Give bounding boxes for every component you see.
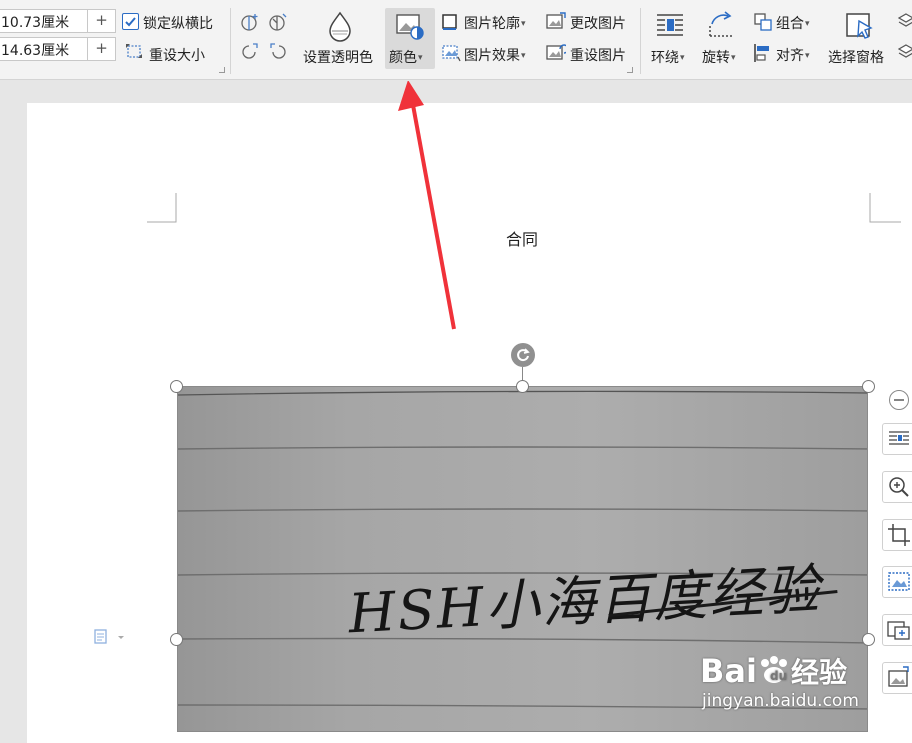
bring-forward-icon[interactable] (897, 12, 912, 36)
zoom-picture-button[interactable] (882, 471, 912, 503)
watermark-brand: Bai du 经验 (700, 652, 847, 690)
crop-tool-2-button[interactable] (268, 12, 288, 36)
reset-size-icon (126, 44, 142, 58)
lock-ratio-label: 锁定纵横比 (143, 16, 213, 32)
replace-picture-icon (888, 666, 909, 687)
annotation-arrow (398, 81, 456, 330)
crop-tool-4-button[interactable] (268, 42, 288, 66)
separator (640, 8, 641, 74)
wrap-icon (655, 12, 685, 42)
picture-frame-icon (888, 572, 910, 591)
picture-frame-button[interactable] (882, 566, 912, 598)
rotate-handle[interactable] (511, 343, 535, 367)
reset-size-label[interactable]: 重设大小 (149, 45, 205, 65)
height-field[interactable]: 14.63厘米 + (0, 37, 116, 61)
collapse-toolbar-button[interactable] (889, 390, 909, 410)
change-picture-icon (546, 12, 566, 35)
height-increment-button[interactable]: + (87, 38, 115, 60)
water-drop-icon (329, 11, 351, 42)
color-dropdown-caret: ▾ (418, 53, 423, 63)
selection-pane-button[interactable]: 选择窗格 (828, 47, 884, 67)
minus-icon (894, 399, 904, 401)
paragraph-layout-icon (94, 629, 124, 644)
zoom-in-icon (889, 477, 909, 497)
rotate-button[interactable]: 旋转▾ (702, 47, 736, 67)
reset-picture-icon (546, 43, 569, 66)
layout-options-button[interactable] (882, 423, 912, 455)
wrap-button[interactable]: 环绕▾ (651, 47, 685, 67)
watermark-url: jingyan.baidu.com (702, 691, 859, 711)
crop-picture-button[interactable] (882, 519, 912, 551)
replace-picture-button[interactable] (882, 662, 912, 694)
svg-text:du: du (770, 669, 787, 683)
group-button[interactable]: 组合▾ (776, 13, 810, 33)
width-field[interactable]: 10.73厘米 + (0, 9, 116, 33)
width-increment-button[interactable]: + (87, 10, 115, 32)
resize-handle-right[interactable] (862, 633, 875, 646)
change-picture-button[interactable]: 更改图片 (570, 13, 626, 33)
rotate-handle-icon (517, 348, 530, 362)
lock-ratio-checkbox[interactable] (122, 13, 139, 30)
reset-size-button[interactable] (124, 42, 146, 66)
margin-mark-top-left (147, 193, 177, 223)
color-button[interactable]: 颜色▾ (385, 8, 435, 69)
rotate-icon (706, 10, 736, 44)
crop-tool-1-button[interactable] (240, 12, 260, 36)
resize-handle-top[interactable] (516, 380, 529, 393)
crop-arc-icon (269, 13, 287, 31)
send-backward-icon[interactable] (897, 43, 912, 67)
set-transparent-button[interactable] (325, 10, 355, 46)
resize-handle-top-left[interactable] (170, 380, 183, 393)
align-icon (753, 43, 773, 67)
picture-dialog-launcher[interactable] (627, 67, 633, 73)
picture-color-icon (396, 14, 424, 40)
set-transparent-label[interactable]: 设置透明色 (303, 47, 373, 67)
align-button[interactable]: 对齐▾ (776, 45, 810, 65)
resize-handle-left[interactable] (170, 633, 183, 646)
height-value: 14.63厘米 (1, 43, 70, 59)
picture-outline-icon (441, 13, 459, 35)
paragraph-layout-button[interactable] (93, 628, 127, 650)
picture-outline-button[interactable]: 图片轮廓▾ (464, 13, 526, 33)
layout-options-icon (889, 431, 909, 445)
resize-handle-top-right[interactable] (862, 380, 875, 393)
picture-effect-icon (441, 44, 461, 66)
selection-pane-icon (845, 11, 875, 45)
margin-mark-top-right (869, 193, 901, 223)
separator (230, 8, 231, 74)
paw-logo-icon: du (757, 655, 791, 683)
width-value: 10.73厘米 (1, 15, 70, 31)
checkmark-icon (125, 17, 136, 27)
rotate-right-icon (270, 43, 286, 59)
crop-circle-icon (241, 14, 258, 31)
insert-picture-button[interactable] (882, 614, 912, 646)
insert-picture-icon (887, 621, 910, 640)
crop-tool-3-button[interactable] (240, 42, 260, 66)
color-label: 颜色▾ (389, 50, 423, 66)
ribbon-toolbar: 10.73厘米 + 14.63厘米 + 锁定纵横比 重设大小 设置透明色 颜色▾… (0, 0, 912, 80)
picture-effect-button[interactable]: 图片效果▾ (464, 45, 526, 65)
size-dialog-launcher[interactable] (219, 67, 225, 73)
rotate-left-icon (242, 43, 258, 59)
reset-picture-button[interactable]: 重设图片 (570, 45, 626, 65)
document-title[interactable]: 合同 (506, 226, 538, 250)
crop-icon (888, 524, 910, 546)
group-icon (753, 12, 773, 36)
